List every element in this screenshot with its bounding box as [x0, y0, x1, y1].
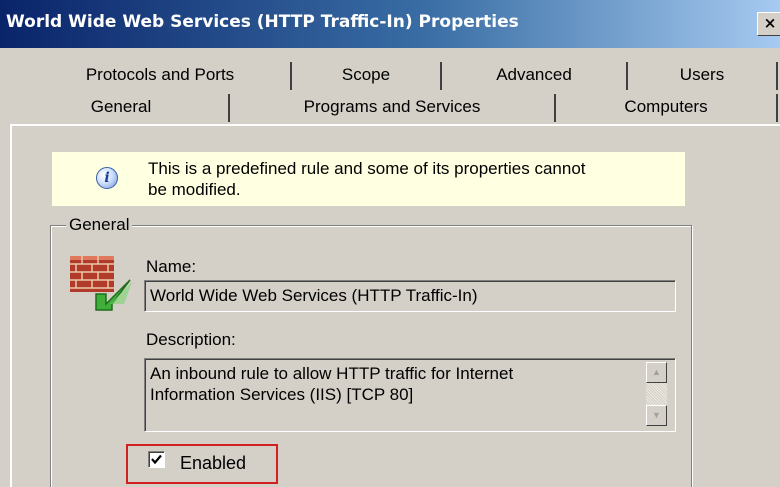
tab-scope[interactable]: Scope — [292, 62, 442, 90]
tab-general[interactable]: General — [14, 94, 230, 122]
checkmark-icon — [151, 454, 162, 465]
tab-users[interactable]: Users — [628, 62, 778, 90]
description-field[interactable]: An inbound rule to allow HTTP traffic fo… — [144, 358, 676, 432]
tab-programs-and-services[interactable]: Programs and Services — [230, 94, 556, 122]
close-button[interactable]: × — [757, 12, 780, 36]
tab-computers[interactable]: Computers — [556, 94, 778, 122]
info-message-line-1: This is a predefined rule and some of it… — [148, 159, 586, 178]
tab-advanced[interactable]: Advanced — [442, 62, 628, 90]
info-message-line-2: be modified. — [148, 180, 241, 199]
window-title: World Wide Web Services (HTTP Traffic-In… — [6, 12, 519, 32]
properties-dialog: World Wide Web Services (HTTP Traffic-In… — [0, 0, 780, 487]
description-line-1: An inbound rule to allow HTTP traffic fo… — [150, 364, 514, 383]
title-bar[interactable]: World Wide Web Services (HTTP Traffic-In… — [0, 0, 780, 48]
scroll-down-button[interactable]: ▼ — [646, 405, 667, 426]
description-label: Description: — [146, 330, 236, 349]
info-icon: i — [96, 167, 118, 189]
description-line-2: Information Services (IIS) [TCP 80] — [150, 385, 414, 404]
enabled-checkbox[interactable] — [148, 451, 165, 468]
general-group-legend: General — [66, 215, 133, 235]
info-message: This is a predefined rule and some of it… — [148, 158, 668, 200]
name-field[interactable]: World Wide Web Services (HTTP Traffic-In… — [144, 280, 676, 312]
scroll-up-button[interactable]: ▲ — [646, 362, 667, 383]
firewall-icon — [70, 256, 132, 311]
name-label: Name: — [146, 257, 197, 276]
description-scrollbar[interactable]: ▲ ▼ — [646, 362, 667, 426]
tab-protocols-and-ports[interactable]: Protocols and Ports — [30, 62, 292, 90]
enabled-label[interactable]: Enabled — [180, 453, 246, 473]
